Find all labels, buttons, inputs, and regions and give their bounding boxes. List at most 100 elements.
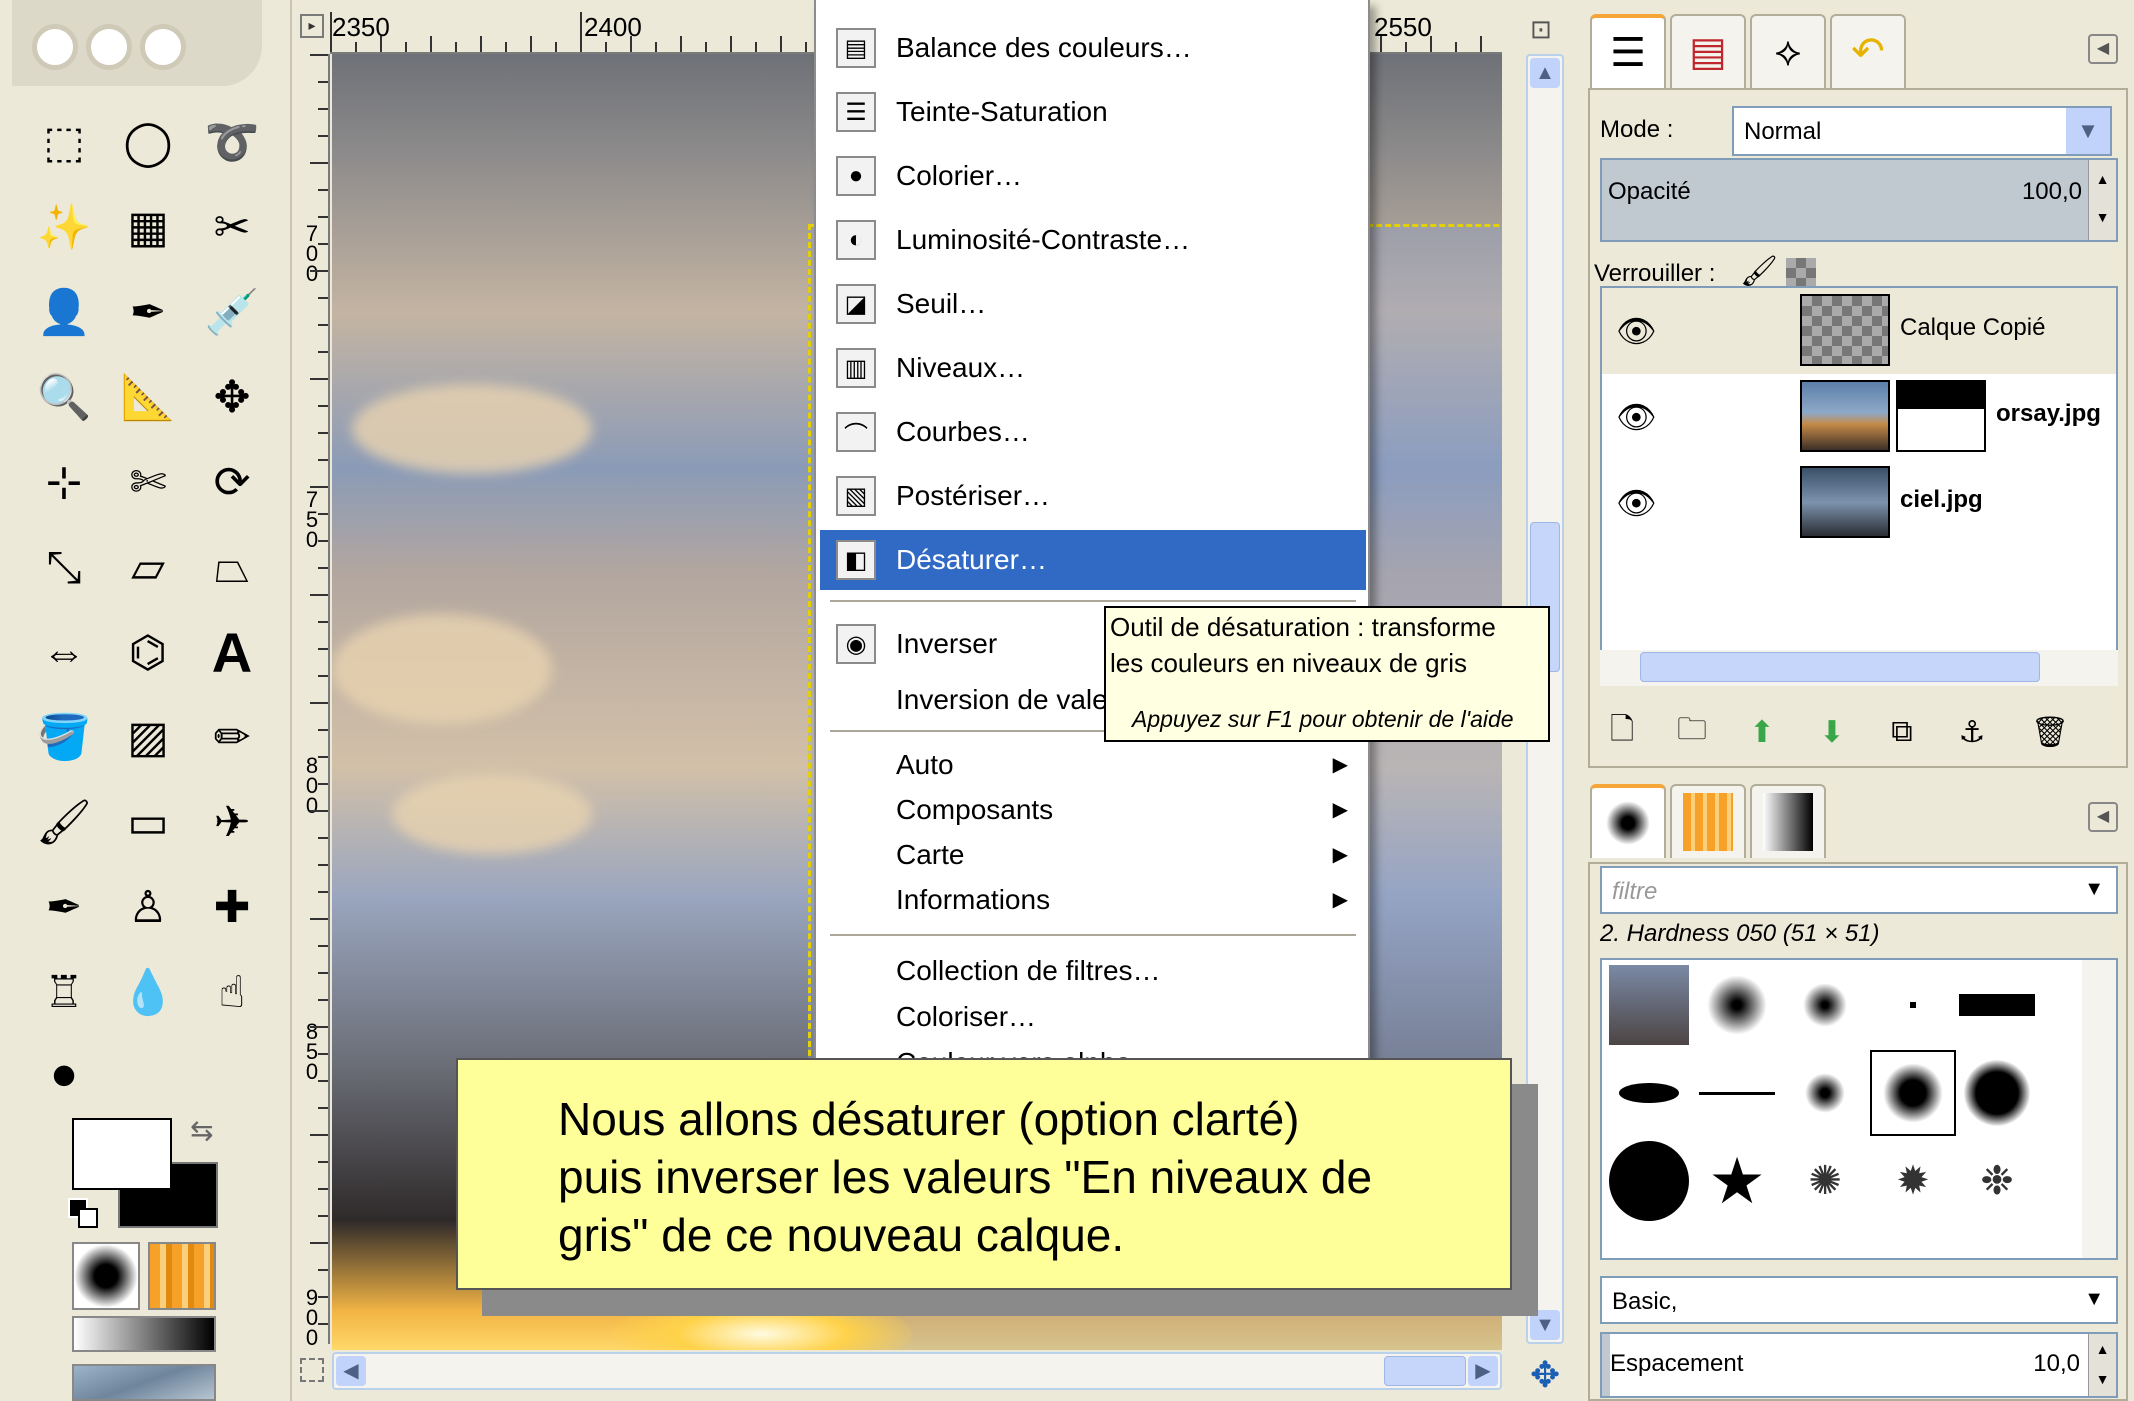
brush-grunge[interactable]: ❉ [1954,1138,2040,1224]
menu-item-composants[interactable]: Composants ▶ [820,787,1366,832]
layers-scroll-thumb[interactable] [1640,652,2040,682]
brush-line[interactable] [1694,1050,1780,1136]
menu-item-teinte-saturation[interactable]: ☰ Teinte-Saturation [820,82,1366,142]
opacity-spinner-icon[interactable]: ▲ ▼ [2088,160,2116,240]
zoom-on-resize-icon[interactable]: ⊡ [1530,14,1552,45]
foreground-select-tool-button[interactable]: 👤 [22,270,106,355]
scroll-down-icon[interactable]: ▼ [1530,1310,1560,1340]
brush-filter-input[interactable]: filtre ▼ [1600,866,2118,914]
menu-item-auto[interactable]: Auto ▶ [820,742,1366,787]
brush-hardness-050-selected[interactable] [1870,1050,1956,1136]
opacity-slider[interactable]: Opacité 100,0 ▲ ▼ [1600,158,2118,242]
active-pattern-preview[interactable] [148,1242,216,1310]
flip-tool-button[interactable]: ⇔ [22,610,106,695]
brush-hardness-075[interactable] [1954,1050,2040,1136]
cage-transform-tool-button[interactable]: ⌬ [106,610,190,695]
blur-sharpen-tool-button[interactable]: 💧 [106,950,190,1035]
menu-item-coloriser[interactable]: Coloriser… [820,994,1366,1040]
brush-tiny-dot[interactable] [1870,962,1956,1048]
tab-paths[interactable]: ⟡ [1750,14,1826,88]
eraser-tool-button[interactable]: ▭ [106,780,190,865]
reset-colors-icon[interactable] [68,1198,98,1228]
free-select-tool-button[interactable]: ➰ [190,100,274,185]
menu-item-posteriser[interactable]: ▧ Postériser… [820,466,1366,526]
quick-mask-icon[interactable] [300,1358,324,1382]
delete-layer-icon[interactable]: 🗑 [2024,706,2076,758]
move-tool-button[interactable]: ✥ [190,355,274,440]
lock-alpha-icon[interactable] [1786,258,1816,288]
brush-preset-select[interactable]: Basic, ▼ [1600,1276,2118,1324]
paintbrush-tool-button[interactable]: 🖌 [22,780,106,865]
ink-tool-button[interactable]: ✒ [22,865,106,950]
brush-texture[interactable]: ✹ [1870,1138,1956,1224]
brush-block[interactable] [1954,962,2040,1048]
brush-soft-large[interactable] [1694,962,1780,1048]
heal-tool-button[interactable]: ✚ [190,865,274,950]
active-image-preview[interactable] [72,1364,216,1401]
menu-item-desaturer[interactable]: ◧ Désaturer… [820,530,1366,590]
tab-patterns[interactable] [1670,784,1746,858]
tab-undo-history[interactable]: ↶ [1830,14,1906,88]
active-brush-preview[interactable] [72,1242,140,1310]
ruler-menu-button[interactable]: ▸ [300,14,324,38]
select-by-color-tool-button[interactable]: ▦ [106,185,190,270]
rect-select-tool-button[interactable]: ⬚ [22,100,106,185]
layer-mask-thumbnail[interactable] [1896,380,1986,452]
raise-layer-icon[interactable]: ⬆ [1736,706,1788,758]
crop-tool-button[interactable]: ✄ [106,440,190,525]
layer-row[interactable]: 👁 orsay.jpg [1602,374,2116,460]
tab-brushes[interactable] [1590,784,1666,858]
duplicate-layer-icon[interactable]: ⧉ [1876,706,1928,758]
swap-colors-icon[interactable]: ⇆ [190,1114,213,1147]
brush-star[interactable]: ★ [1694,1138,1780,1224]
brush-spacing-slider[interactable]: Espacement 10,0 ▲ ▼ [1600,1332,2118,1398]
fuzzy-select-tool-button[interactable]: ✨ [22,185,106,270]
smudge-tool-button[interactable]: ☝ [190,950,274,1035]
color-picker-tool-button[interactable]: 💉 [190,270,274,355]
visibility-eye-icon[interactable]: 👁 [1616,484,1657,522]
menu-item-luminosite-contraste[interactable]: ◐ Luminosité-Contraste… [820,210,1366,270]
menu-item-seuil[interactable]: ◪ Seuil… [820,274,1366,334]
horizontal-scrollbar[interactable]: ◀ ▶ [332,1352,1502,1390]
menu-item-niveaux[interactable]: ▥ Niveaux… [820,338,1366,398]
clone-tool-button[interactable]: ♙ [106,865,190,950]
visibility-eye-icon[interactable]: 👁 [1616,312,1657,350]
layer-row[interactable]: 👁 Calque Copié [1602,288,2116,374]
active-gradient-preview[interactable] [72,1316,216,1352]
menu-item-carte[interactable]: Carte ▶ [820,832,1366,877]
rotate-tool-button[interactable]: ⟳ [190,440,274,525]
brush-soft-medium[interactable] [1782,962,1868,1048]
paths-tool-button[interactable]: ✒ [106,270,190,355]
horizontal-scroll-thumb[interactable] [1384,1356,1466,1386]
brush-grid-scrollbar[interactable] [2082,960,2116,1258]
measure-tool-button[interactable]: 📐 [106,355,190,440]
new-layer-icon[interactable]: 🗋 [1596,706,1648,758]
ellipse-select-tool-button[interactable]: ◯ [106,100,190,185]
text-tool-button[interactable]: A [190,610,274,695]
scroll-up-icon[interactable]: ▲ [1530,58,1560,88]
scroll-left-icon[interactable]: ◀ [336,1356,366,1386]
visibility-eye-icon[interactable]: 👁 [1616,398,1657,436]
scale-tool-button[interactable]: ⤡ [22,525,106,610]
dodge-burn-tool-button[interactable]: ⚫ [22,1035,106,1120]
menu-item-colorier[interactable]: ● Colorier… [820,146,1366,206]
layer-mode-select[interactable]: Normal ▼ [1732,106,2112,156]
anchor-layer-icon[interactable]: ⚓ [1946,706,1998,758]
foreground-color-swatch[interactable] [72,1118,172,1190]
tab-layers[interactable]: ☰ [1590,14,1666,88]
tab-channels[interactable]: ▤ [1670,14,1746,88]
spacing-spinner-icon[interactable]: ▲ ▼ [2088,1334,2116,1396]
pencil-tool-button[interactable]: ✏ [190,695,274,780]
brush-ellipse[interactable] [1606,1050,1692,1136]
layers-dock-menu-icon[interactable]: ◀ [2088,34,2118,64]
perspective-clone-tool-button[interactable]: ♖ [22,950,106,1035]
brush-tree-image[interactable] [1606,962,1692,1048]
brush-sponge[interactable]: ✺ [1782,1138,1868,1224]
tab-gradients[interactable] [1750,784,1826,858]
scroll-right-icon[interactable]: ▶ [1468,1356,1498,1386]
shear-tool-button[interactable]: ▱ [106,525,190,610]
brush-circle-hard[interactable] [1606,1138,1692,1224]
menu-item-courbes[interactable]: ⌒ Courbes… [820,402,1366,462]
menu-item-informations[interactable]: Informations ▶ [820,877,1366,922]
menu-item-balance-des-couleurs[interactable]: ▤ Balance des couleurs… [820,18,1366,78]
